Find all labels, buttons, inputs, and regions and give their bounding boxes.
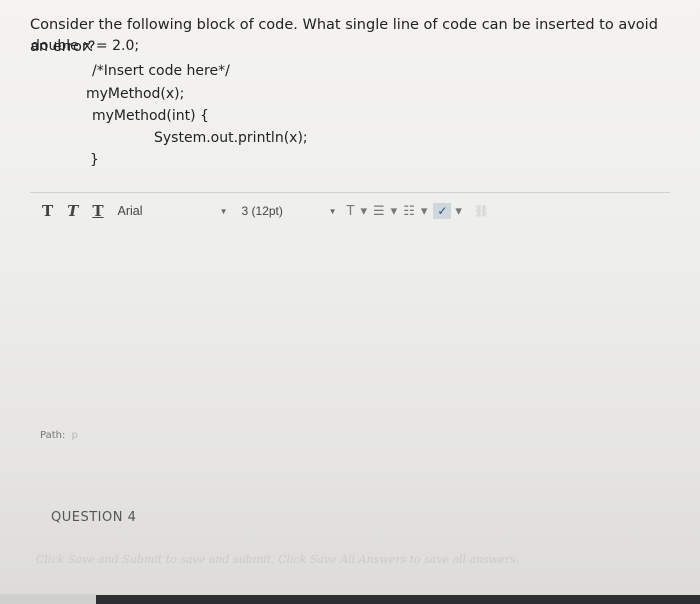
bulleted-list-icon[interactable]: ☰ xyxy=(373,204,385,219)
code-line-2: /*Insert code here*/ xyxy=(92,63,230,79)
chevron-down-icon[interactable]: ▾ xyxy=(391,204,398,219)
underline-button[interactable]: T xyxy=(92,202,103,220)
link-icon[interactable]: ⛓ xyxy=(474,204,489,218)
code-line-4: myMethod(int) { xyxy=(92,108,209,124)
font-family-select[interactable]: Arial ▼ xyxy=(118,204,228,218)
editor-toolbar: T T T Arial ▼ 3 (12pt) ▼ T ▾ ☰ ▾ ☷ ▾ ✓ ▾… xyxy=(42,198,562,224)
answer-editor[interactable] xyxy=(30,192,670,463)
code-line-6: } xyxy=(90,152,99,168)
chevron-down-icon[interactable]: ▾ xyxy=(421,204,428,219)
text-color-button[interactable]: T xyxy=(347,204,355,219)
chevron-down-icon[interactable]: ▾ xyxy=(360,204,367,219)
question-4-heading: QUESTION 4 xyxy=(51,510,137,525)
editor-path: Path: p xyxy=(40,430,78,441)
code-line-5: System.out.println(x); xyxy=(154,130,308,146)
save-instructions: Click Save and Submit to save and submit… xyxy=(36,553,520,566)
path-value: p xyxy=(71,430,78,441)
numbered-list-icon[interactable]: ☷ xyxy=(403,204,415,219)
font-size-select[interactable]: 3 (12pt) ▼ xyxy=(242,204,337,218)
font-size-value: 3 (12pt) xyxy=(241,204,283,218)
chevron-down-icon: ▼ xyxy=(328,207,337,216)
italic-button[interactable]: T xyxy=(67,202,78,220)
font-family-value: Arial xyxy=(117,204,143,218)
bold-button[interactable]: T xyxy=(42,202,53,220)
chevron-down-icon: ▼ xyxy=(219,207,228,216)
spellcheck-icon[interactable]: ✓ xyxy=(433,203,452,219)
bottom-bar xyxy=(0,595,700,604)
bottom-bar-left xyxy=(0,594,96,604)
code-line-1: double x = 2.0; xyxy=(31,38,140,54)
code-line-3: myMethod(x); xyxy=(86,86,185,102)
path-label: Path: xyxy=(40,430,66,441)
chevron-down-icon[interactable]: ▾ xyxy=(455,204,462,219)
